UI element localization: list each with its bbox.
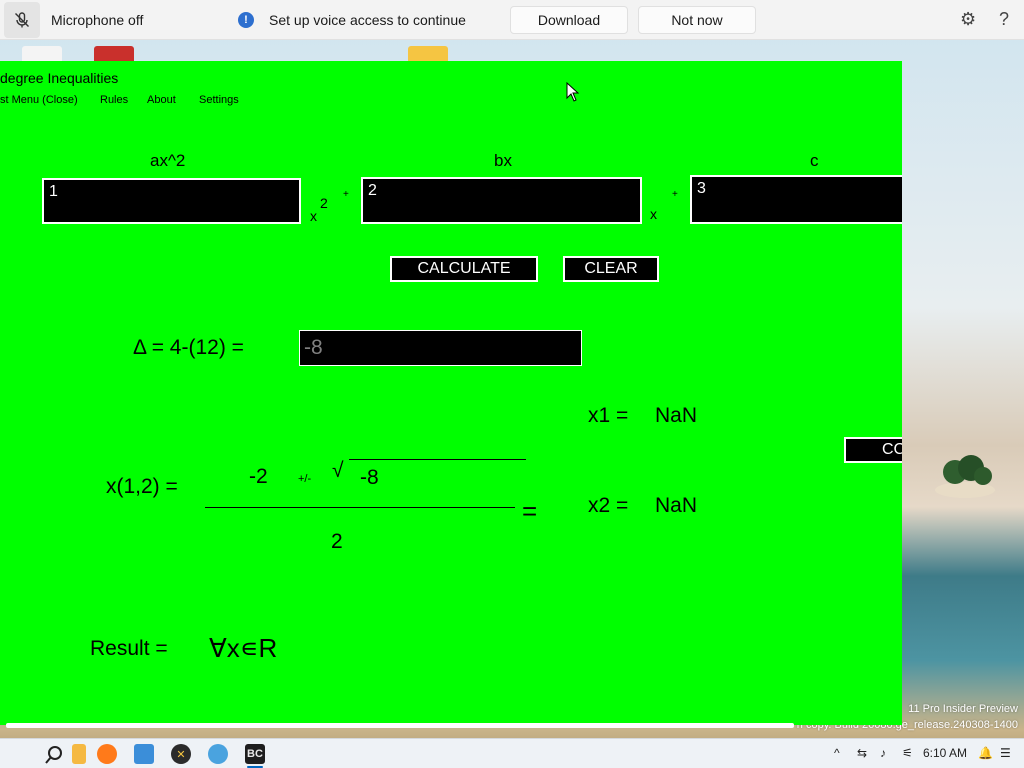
setup-message: Set up voice access to continue bbox=[269, 11, 466, 28]
help-icon[interactable]: ? bbox=[999, 9, 1009, 30]
sqrt-value: -8 bbox=[360, 466, 379, 489]
xbox-icon[interactable]: ✕ bbox=[171, 744, 191, 764]
formula-minus-b: -2 bbox=[249, 465, 268, 488]
horizontal-scrollbar[interactable] bbox=[6, 723, 794, 728]
coef-b-label: bx bbox=[494, 151, 512, 170]
island-trees-image bbox=[935, 455, 995, 498]
taskbar: ✕ BC ^ ⇆ ♪ ⚟ 6:10 AM 🔔 ☰ bbox=[0, 738, 1024, 768]
sqrt-symbol: √ bbox=[332, 459, 344, 482]
menu-item-first-menu[interactable]: st Menu (Close) bbox=[0, 94, 78, 106]
plus-sign-2: + bbox=[672, 189, 678, 200]
coef-b-input[interactable]: 2 bbox=[361, 177, 642, 224]
coef-c-label: c bbox=[810, 151, 819, 170]
fraction-bar bbox=[205, 507, 515, 508]
result-value: ∀x∊R bbox=[209, 633, 278, 663]
result-label: Result = bbox=[90, 637, 168, 660]
voice-access-tray-icon[interactable]: ☰ bbox=[1000, 746, 1011, 760]
formula-equals: = bbox=[522, 496, 538, 526]
gear-icon[interactable]: ⚙ bbox=[960, 9, 976, 30]
info-icon: ! bbox=[238, 11, 254, 28]
clock-time[interactable]: 6:10 AM bbox=[923, 746, 967, 760]
formula-label: x(1,2) = bbox=[106, 475, 178, 498]
inequalities-app-window: degree Inequalities st Menu (Close) Rule… bbox=[0, 61, 902, 725]
people-icon[interactable] bbox=[208, 744, 228, 764]
x2-value: NaN bbox=[655, 494, 698, 517]
notification-bell-icon[interactable]: 🔔 bbox=[978, 746, 993, 760]
microphone-toggle-button[interactable] bbox=[4, 1, 40, 38]
x1-value: NaN bbox=[655, 404, 698, 427]
formula-plus-minus: +/- bbox=[298, 473, 312, 485]
voice-access-bar: Microphone off ! Set up voice access to … bbox=[0, 0, 1024, 40]
menu-item-rules[interactable]: Rules bbox=[100, 94, 128, 106]
sqrt-overline bbox=[349, 459, 526, 460]
clear-button[interactable]: CLEAR bbox=[563, 256, 659, 282]
microphone-status: Microphone off bbox=[51, 11, 144, 28]
delta-label: Δ = 4-(12) = bbox=[133, 336, 244, 359]
search-icon[interactable] bbox=[44, 745, 64, 765]
x-term: x bbox=[650, 206, 657, 222]
menu-item-settings[interactable]: Settings bbox=[199, 94, 239, 106]
not-now-button[interactable]: Not now bbox=[638, 5, 756, 34]
plus-sign-1: + bbox=[343, 189, 349, 200]
menu-item-about[interactable]: About bbox=[147, 94, 176, 106]
calculate-button[interactable]: CALCULATE bbox=[390, 256, 538, 282]
delta-output: -8 bbox=[299, 330, 582, 366]
calculator-app-icon[interactable]: BC bbox=[245, 744, 265, 764]
app-title: degree Inequalities bbox=[0, 70, 119, 86]
side-button[interactable]: CC bbox=[844, 437, 902, 463]
x2-label: x2 = bbox=[588, 494, 629, 517]
x-squared-exponent: 2 bbox=[320, 195, 328, 211]
sound-icon[interactable]: ♪ bbox=[880, 746, 886, 760]
firefox-icon[interactable] bbox=[97, 744, 117, 764]
photos-icon[interactable] bbox=[134, 744, 154, 764]
file-explorer-icon[interactable] bbox=[72, 744, 86, 764]
chevron-up-icon[interactable]: ^ bbox=[834, 746, 840, 760]
coef-c-input[interactable]: 3 bbox=[690, 175, 902, 224]
x-squared-base: x bbox=[310, 208, 317, 224]
microphone-off-icon bbox=[15, 11, 29, 27]
build-watermark-line1: 11 Pro Insider Preview bbox=[908, 703, 1018, 715]
settings-tray-icon[interactable]: ⚟ bbox=[902, 746, 913, 760]
coef-a-label: ax^2 bbox=[150, 151, 186, 170]
x1-label: x1 = bbox=[588, 404, 629, 427]
coef-a-input[interactable]: 1 bbox=[42, 178, 301, 224]
download-button[interactable]: Download bbox=[510, 5, 628, 34]
formula-denominator: 2 bbox=[331, 530, 343, 553]
mouse-cursor-icon bbox=[566, 82, 580, 102]
network-icon[interactable]: ⇆ bbox=[857, 746, 867, 760]
